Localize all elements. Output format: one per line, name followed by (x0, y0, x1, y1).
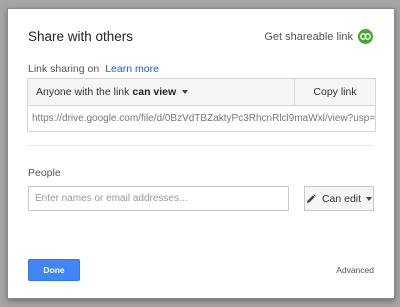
permission-label: Can edit (321, 192, 362, 205)
link-share-controls: Anyone with the link can view Copy link (28, 79, 375, 106)
section-divider (28, 145, 374, 146)
pencil-icon (306, 193, 316, 204)
link-access-level: can view (132, 86, 177, 98)
link-access-dropdown[interactable]: Anyone with the link can view (28, 79, 294, 105)
people-label: People (28, 167, 61, 179)
get-shareable-link-button[interactable]: Get shareable link (264, 29, 373, 44)
learn-more-link[interactable]: Learn more (105, 63, 159, 75)
chevron-down-icon (366, 196, 373, 201)
copy-link-button[interactable]: Copy link (294, 79, 375, 105)
chevron-down-icon (182, 90, 189, 94)
link-sharing-status: Link sharing on Learn more (28, 63, 159, 75)
dialog-title: Share with others (28, 29, 134, 44)
share-dialog: Share with others Get shareable link Lin… (7, 8, 395, 299)
done-button[interactable]: Done (28, 259, 80, 281)
link-access-prefix: Anyone with the link (36, 86, 130, 98)
link-sharing-label: Link sharing on (28, 63, 100, 75)
permission-dropdown[interactable]: Can edit (304, 186, 374, 211)
people-input[interactable]: Enter names or email addresses... (28, 186, 289, 211)
advanced-link[interactable]: Advanced (336, 265, 374, 275)
link-share-box: Anyone with the link can view Copy link … (27, 78, 376, 132)
get-shareable-link-label: Get shareable link (264, 30, 353, 43)
link-icon (358, 29, 373, 44)
share-url-field[interactable]: https://drive.google.com/file/d/0BzVdTBZ… (28, 106, 375, 131)
